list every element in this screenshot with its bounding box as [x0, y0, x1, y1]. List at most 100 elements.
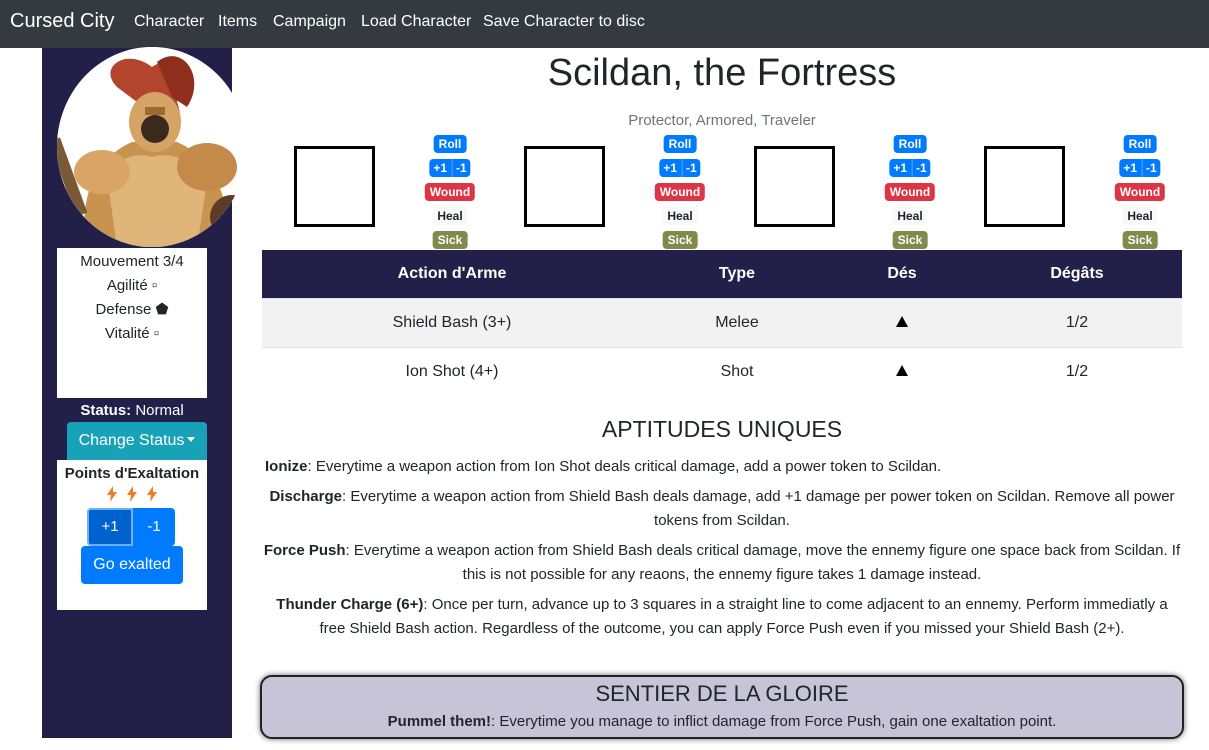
character-keywords: Protector, Armored, Traveler [628, 112, 816, 129]
minus-one-button[interactable]: -1 [1142, 159, 1161, 177]
brand-link[interactable]: Cursed City [10, 10, 114, 33]
aptitude-item: Discharge: Everytime a weapon action fro… [262, 485, 1182, 533]
heal-button[interactable]: Heal [892, 207, 928, 225]
aptitudes-title: APTITUDES UNIQUES [601, 416, 843, 442]
roll-button[interactable]: Roll [433, 135, 467, 153]
table-row: Ion Shot (4+) Shot 1/2 [262, 346, 1182, 396]
exaltation-plus-button[interactable]: +1 [87, 508, 133, 546]
nav-items[interactable]: Items [218, 13, 257, 31]
gloire-ability-text: : Everytime you manage to inflict damage… [491, 713, 1057, 730]
wound-controls-2: Roll +1 -1 Wound Heal Sick [640, 135, 720, 250]
stats-panel: Mouvement 3/4 Agilité ▫ Defense ⬟ Vitali… [57, 248, 207, 398]
col-type: Type [642, 250, 832, 298]
triangle-icon [896, 315, 908, 327]
wound-button[interactable]: Wound [884, 183, 936, 201]
aptitude-item: Force Push: Everytime a weapon action fr… [262, 539, 1182, 587]
go-exalted-button[interactable]: Go exalted [81, 546, 183, 584]
aptitude-text: : Everytime a weapon action from Shield … [345, 542, 1181, 583]
aptitude-text: : Everytime a weapon action from Shield … [341, 488, 1175, 529]
sick-button[interactable]: Sick [432, 231, 468, 249]
table-row: Shield Bash (3+) Melee 1/2 [262, 297, 1182, 347]
roll-button[interactable]: Roll [663, 135, 697, 153]
col-action: Action d'Arme [262, 250, 642, 298]
wound-slot-1[interactable] [294, 146, 375, 227]
lightning-icon [127, 486, 137, 507]
stat-agilite: Agilité ▫ [106, 277, 158, 294]
weapon-type: Shot [642, 346, 832, 396]
wound-button[interactable]: Wound [654, 183, 706, 201]
gloire-text: Pummel them!: Everytime you manage to in… [262, 713, 1182, 730]
nav-save-character[interactable]: Save Character to disc [483, 13, 645, 31]
change-status-label: Change Status [78, 432, 185, 449]
triangle-icon [896, 364, 908, 376]
heal-button[interactable]: Heal [662, 207, 698, 225]
stat-defense: Defense ⬟ [95, 301, 169, 318]
wound-controls-3: Roll +1 -1 Wound Heal Sick [870, 135, 950, 250]
aptitude-name: Thunder Charge (6+) [276, 596, 424, 613]
heal-button[interactable]: Heal [1122, 207, 1158, 225]
wound-controls-4: Roll +1 -1 Wound Heal Sick [1100, 135, 1180, 250]
col-damage: Dégâts [972, 250, 1182, 298]
sick-button[interactable]: Sick [892, 231, 928, 249]
plus-one-button[interactable]: +1 [429, 159, 453, 177]
aptitude-item: Ionize: Everytime a weapon action from I… [262, 455, 1182, 479]
nav-character[interactable]: Character [134, 13, 204, 31]
minus-one-button[interactable]: -1 [912, 159, 931, 177]
navbar: Cursed City Character Items Campaign Loa… [0, 0, 1209, 48]
aptitude-name: Discharge [269, 488, 342, 505]
weapon-damage: 1/2 [972, 346, 1182, 396]
weapon-damage: 1/2 [972, 297, 1182, 347]
plus-one-button[interactable]: +1 [1119, 159, 1143, 177]
col-dice: Dés [832, 250, 972, 298]
lightning-icon [107, 486, 117, 507]
weapon-type: Melee [642, 297, 832, 347]
exaltation-minus-button[interactable]: -1 [133, 508, 175, 546]
minus-one-button[interactable]: -1 [452, 159, 471, 177]
character-portrait [57, 47, 247, 247]
sick-button[interactable]: Sick [1122, 231, 1158, 249]
aptitude-item: Thunder Charge (6+): Once per turn, adva… [262, 593, 1182, 641]
modifier-group: +1 -1 [889, 159, 931, 177]
exaltation-bolts [57, 486, 207, 504]
caret-down-icon [187, 437, 196, 442]
character-name: Scildan, the Fortress [547, 52, 897, 94]
weapon-dice [832, 346, 972, 396]
minus-one-button[interactable]: -1 [682, 159, 701, 177]
heal-button[interactable]: Heal [432, 207, 468, 225]
table-header-row: Action d'Arme Type Dés Dégâts [262, 250, 1182, 298]
modifier-group: +1 -1 [1119, 159, 1161, 177]
weapon-dice [832, 297, 972, 347]
lightning-icon [147, 486, 157, 507]
change-status-button[interactable]: Change Status [67, 422, 207, 460]
exaltation-title: Points d'Exaltation [64, 465, 200, 482]
aptitude-name: Force Push [263, 542, 346, 559]
stat-vitalite: Vitalité ▫ [104, 325, 160, 342]
sick-button[interactable]: Sick [662, 231, 698, 249]
wound-button[interactable]: Wound [1114, 183, 1166, 201]
wound-slot-3[interactable] [754, 146, 835, 227]
roll-button[interactable]: Roll [893, 135, 927, 153]
plus-one-button[interactable]: +1 [659, 159, 683, 177]
nav-campaign[interactable]: Campaign [273, 13, 346, 31]
wound-slot-2[interactable] [524, 146, 605, 227]
roll-button[interactable]: Roll [1123, 135, 1157, 153]
aptitude-name: Ionize [265, 458, 308, 475]
nav-load-character[interactable]: Load Character [361, 13, 471, 31]
status-line: Status: Normal [57, 402, 207, 419]
exaltation-panel: Points d'Exaltation +1 -1 Go exalted [57, 460, 207, 610]
wound-button[interactable]: Wound [424, 183, 476, 201]
status-label: Status: [80, 402, 132, 419]
wound-controls-1: Roll +1 -1 Wound Heal Sick [410, 135, 490, 250]
gloire-panel: SENTIER DE LA GLOIRE Pummel them!: Every… [260, 675, 1184, 739]
modifier-group: +1 -1 [659, 159, 701, 177]
aptitude-text: : Once per turn, advance up to 3 squares… [319, 596, 1168, 637]
plus-one-button[interactable]: +1 [889, 159, 913, 177]
modifier-group: +1 -1 [429, 159, 471, 177]
wound-slot-4[interactable] [984, 146, 1065, 227]
aptitude-text: : Everytime a weapon action from Ion Sho… [307, 458, 942, 475]
weapons-table: Action d'Arme Type Dés Dégâts Shield Bas… [262, 250, 1182, 396]
stat-mouvement: Mouvement 3/4 [80, 253, 184, 270]
gloire-title: SENTIER DE LA GLOIRE [595, 681, 849, 706]
aptitudes-list: Ionize: Everytime a weapon action from I… [262, 455, 1182, 647]
weapon-name: Shield Bash (3+) [262, 297, 642, 347]
